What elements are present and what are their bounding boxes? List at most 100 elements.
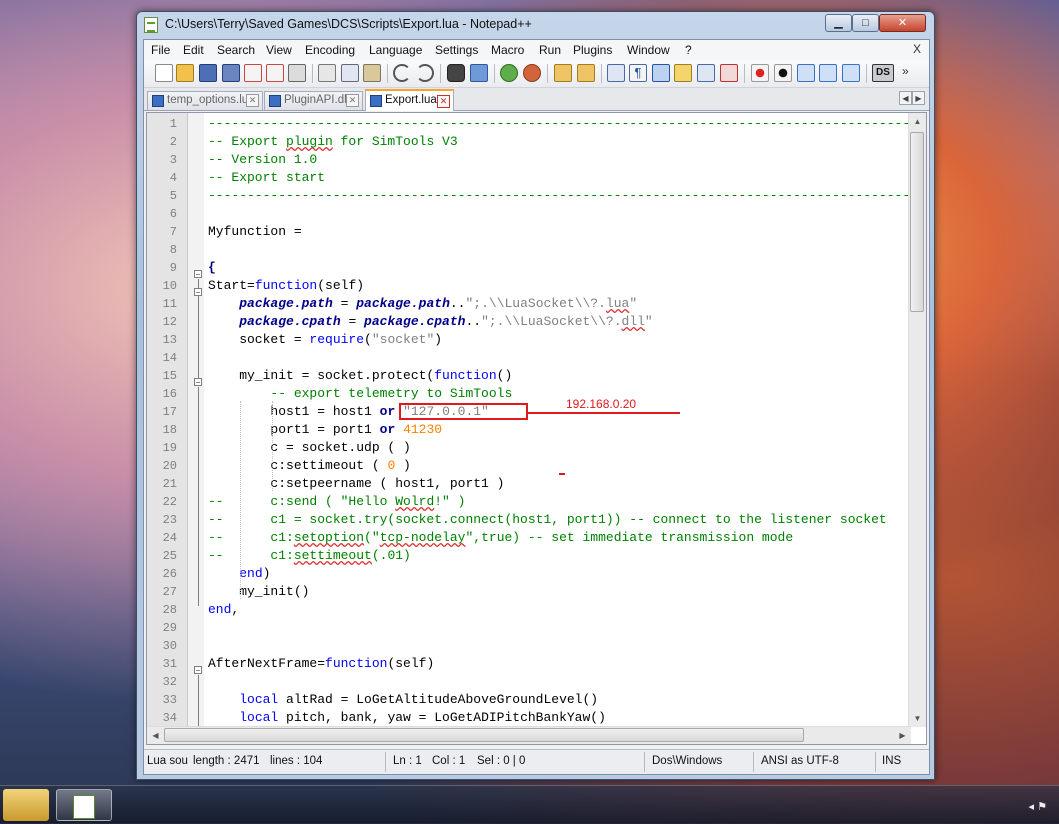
stop-macro-icon[interactable] (774, 64, 792, 82)
scroll-left-icon[interactable]: ◀ (148, 728, 163, 743)
tab-close-icon[interactable]: ✕ (437, 95, 450, 108)
code-line[interactable]: 29 (147, 619, 907, 637)
menu-view[interactable]: View (266, 43, 292, 57)
redo-icon[interactable] (416, 64, 434, 82)
menu-macro[interactable]: Macro (491, 43, 524, 57)
maximize-button[interactable]: □ (852, 14, 879, 32)
code-line[interactable]: 2 -- Export plugin for SimTools V3 (147, 133, 907, 151)
code-line[interactable]: 9{ (147, 259, 907, 277)
code-line[interactable]: 30 (147, 637, 907, 655)
code-line[interactable]: 33 local altRad = LoGetAltitudeAboveGrou… (147, 691, 907, 709)
menu-run[interactable]: Run (539, 43, 561, 57)
save-macro-icon[interactable] (842, 64, 860, 82)
indent-guide-icon[interactable] (652, 64, 670, 82)
code-line[interactable]: 11 package.path = package.path..";.\\Lua… (147, 295, 907, 313)
cut-icon[interactable] (318, 64, 336, 82)
tab-scroll-right-button[interactable]: ▶ (912, 91, 925, 105)
minimize-button[interactable]: ▁ (825, 14, 852, 32)
open-file-icon[interactable] (176, 64, 194, 82)
menu-window[interactable]: Window (627, 43, 670, 57)
play-macro-icon[interactable] (797, 64, 815, 82)
new-file-icon[interactable] (155, 64, 173, 82)
tab-close-icon[interactable]: ✕ (346, 94, 359, 107)
code-line[interactable]: 20 c:settimeout ( 0 ) (147, 457, 907, 475)
code-line[interactable]: 21 c:setpeername ( host1, port1 ) (147, 475, 907, 493)
code-line[interactable]: 27 my_init() (147, 583, 907, 601)
tab-pluginapi[interactable]: PluginAPI.dll ✕ (264, 91, 363, 110)
sync-h-icon[interactable] (577, 64, 595, 82)
run-macro-multiple-icon[interactable] (819, 64, 837, 82)
menu-settings[interactable]: Settings (435, 43, 478, 57)
save-icon[interactable] (199, 64, 217, 82)
fold-toggle-icon[interactable]: − (194, 270, 202, 279)
scroll-right-icon[interactable]: ▶ (895, 728, 910, 743)
menu-edit[interactable]: Edit (183, 43, 204, 57)
code-line[interactable]: 1 ---------------------------------------… (147, 115, 926, 133)
code-line[interactable]: 25 -- c1:settimeout(.01) (147, 547, 907, 565)
record-macro-icon[interactable] (751, 64, 769, 82)
scroll-up-icon[interactable]: ▲ (910, 114, 925, 129)
notepadpp-app-icon[interactable] (144, 17, 158, 33)
toolbar-overflow-button[interactable]: » (902, 64, 914, 82)
code-line[interactable]: 3 -- Version 1.0 (147, 151, 907, 169)
menu-plugins[interactable]: Plugins (573, 43, 612, 57)
close-document-button[interactable]: X (913, 42, 921, 56)
zoom-in-icon[interactable] (500, 64, 518, 82)
title-bar[interactable]: C:\Users\Terry\Saved Games\DCS\Scripts\E… (137, 12, 934, 38)
close-window-button[interactable]: ✕ (879, 14, 926, 32)
horizontal-scroll-thumb[interactable] (164, 728, 804, 742)
code-line[interactable]: 24 -- c1:setoption("tcp-nodelay",true) --… (147, 529, 907, 547)
wrap-icon[interactable] (607, 64, 625, 82)
code-line[interactable]: 19 c = socket.udp ( ) (147, 439, 907, 457)
horizontal-scrollbar[interactable]: ◀ ▶ (147, 726, 911, 744)
code-line[interactable]: 8 (147, 241, 907, 259)
vertical-scroll-thumb[interactable] (910, 132, 924, 312)
menu-encoding[interactable]: Encoding (305, 43, 355, 57)
menu-search[interactable]: Search (217, 43, 255, 57)
menu-file[interactable]: File (151, 43, 170, 57)
code-line[interactable]: 22 -- c:send ( "Hello Wolrd!" ) (147, 493, 907, 511)
code-line[interactable]: 16 -- export telemetry to SimTools (147, 385, 907, 403)
print-icon[interactable] (288, 64, 306, 82)
tab-export-lua[interactable]: Export.lua ✕ (365, 89, 454, 111)
notepadpp-taskbar-icon[interactable] (56, 789, 112, 821)
code-line[interactable]: 18 port1 = port1 or 41230 (147, 421, 907, 439)
code-line[interactable]: 5 ---------------------------------------… (147, 187, 926, 205)
code-editor[interactable]: 1 ---------------------------------------… (146, 112, 927, 745)
code-line[interactable]: 26 end) (147, 565, 907, 583)
code-line[interactable]: 13 socket = require("socket") (147, 331, 907, 349)
save-all-icon[interactable] (222, 64, 240, 82)
ds-plugin-icon[interactable]: DS (872, 64, 894, 82)
doc-map-icon[interactable] (674, 64, 692, 82)
code-line[interactable]: 6 (147, 205, 907, 223)
fold-toggle-icon[interactable]: − (194, 288, 202, 297)
menu-language[interactable]: Language (369, 43, 422, 57)
code-line[interactable]: 12 package.cpath = package.cpath..";.\\L… (147, 313, 907, 331)
code-line[interactable]: 4 -- Export start (147, 169, 907, 187)
close-icon[interactable] (244, 64, 262, 82)
replace-icon[interactable] (470, 64, 488, 82)
code-line[interactable]: 15 my_init = socket.protect(function() (147, 367, 907, 385)
find-icon[interactable] (447, 64, 465, 82)
system-tray-icons[interactable]: ◂ ⚑ (1029, 800, 1047, 813)
code-line[interactable]: 34 local pitch, bank, yaw = LoGetADIPitc… (147, 709, 907, 727)
code-line[interactable]: 10 Start=function(self) (147, 277, 907, 295)
tab-scroll-left-button[interactable]: ◀ (899, 91, 912, 105)
tab-close-icon[interactable]: ✕ (246, 94, 259, 107)
paste-icon[interactable] (363, 64, 381, 82)
zoom-out-icon[interactable] (523, 64, 541, 82)
sync-v-icon[interactable] (554, 64, 572, 82)
doc-switcher-icon[interactable] (720, 64, 738, 82)
code-line[interactable]: 14 (147, 349, 907, 367)
code-line[interactable]: 28 end, (147, 601, 907, 619)
code-line[interactable]: 23 -- c1 = socket.try(socket.connect(host… (147, 511, 907, 529)
tab-temp-options[interactable]: temp_options.lua ✕ (147, 91, 263, 110)
close-all-icon[interactable] (266, 64, 284, 82)
copy-icon[interactable] (341, 64, 359, 82)
undo-icon[interactable] (393, 64, 411, 82)
all-chars-icon[interactable]: ¶ (629, 64, 647, 82)
scroll-down-icon[interactable]: ▼ (910, 711, 925, 726)
vertical-scrollbar[interactable]: ▲ ▼ (908, 113, 926, 727)
function-list-icon[interactable] (697, 64, 715, 82)
fold-toggle-icon[interactable]: − (194, 378, 202, 387)
